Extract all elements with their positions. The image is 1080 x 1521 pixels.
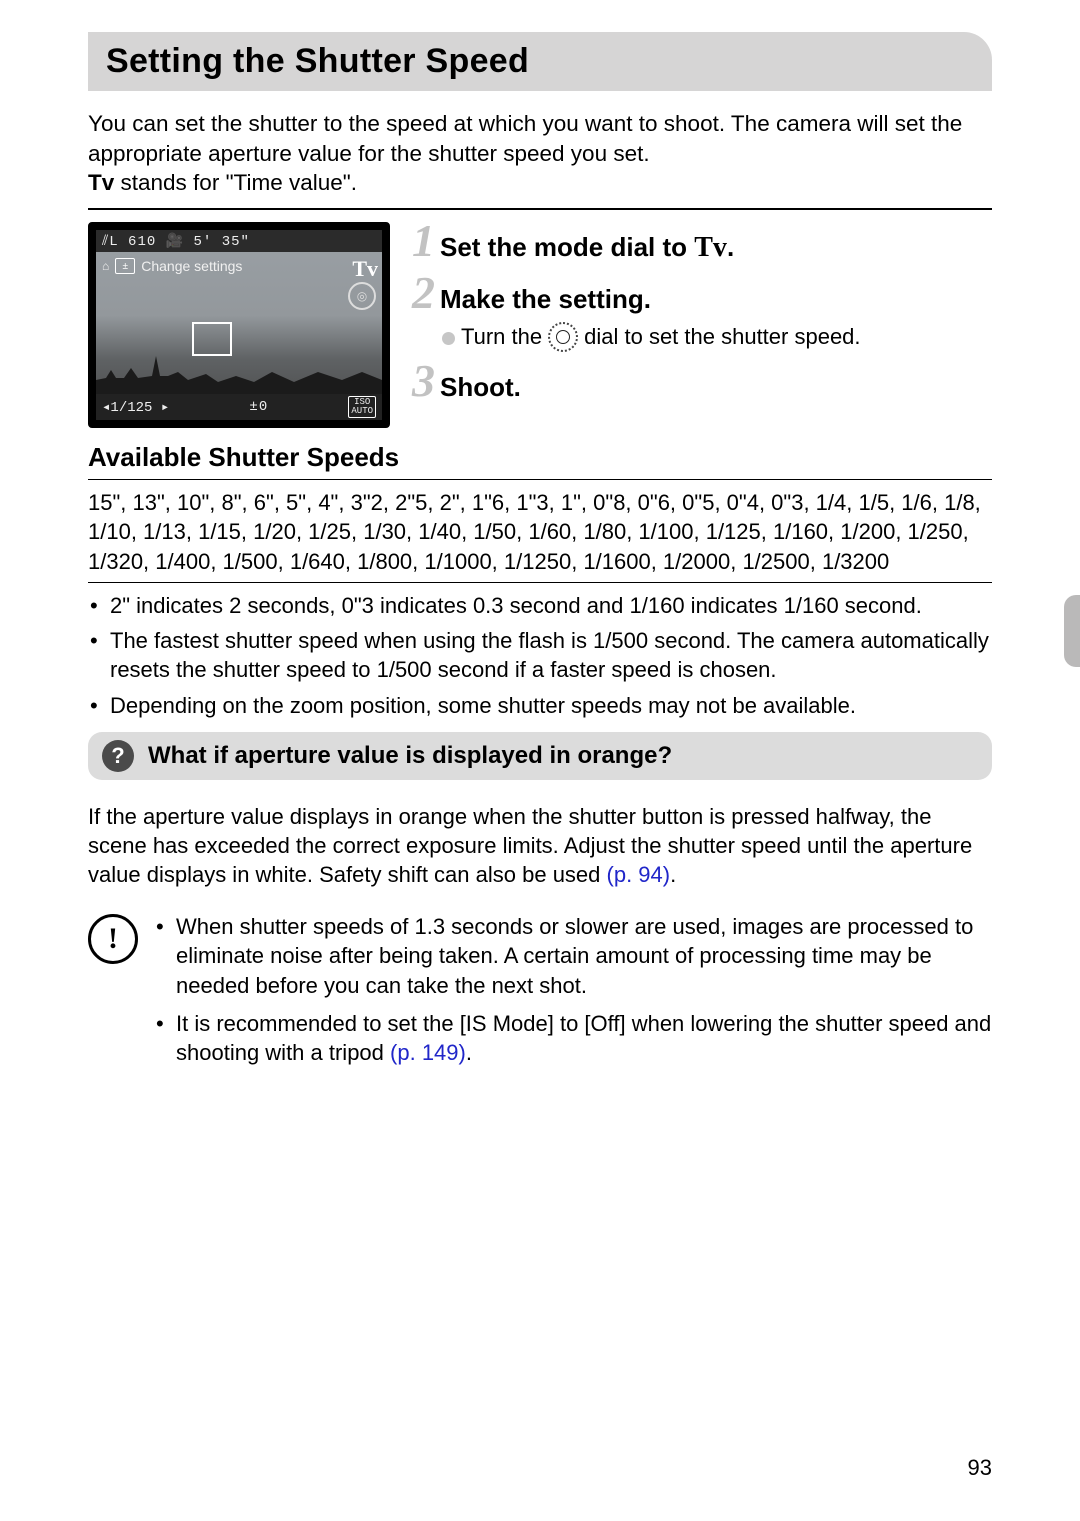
control-dial-icon (548, 322, 578, 352)
shutter-speeds-list: 15", 13", 10", 8", 6", 5", 4", 3"2, 2"5,… (88, 488, 992, 576)
step-list: 1 Set the mode dial to Tv. 2 Make the se… (408, 218, 992, 428)
lcd-mode-indicator: Tv (352, 256, 378, 282)
tv-explain: stands for "Time value". (114, 170, 357, 195)
page-ref-link[interactable]: (p. 149) (390, 1040, 466, 1065)
lcd-top-status: ⫽L 610 🎥 5' 35" (96, 230, 382, 252)
step-2: 2 Make the setting. (408, 270, 992, 316)
lcd-iso-indicator: ISO AUTO (348, 396, 376, 418)
divider (88, 208, 992, 210)
side-tab (1064, 595, 1080, 667)
caution-icon: ! (88, 914, 138, 964)
page-number: 93 (968, 1455, 992, 1481)
step-2-substep: Turn the dial to set the shutter speed. (442, 322, 992, 352)
lcd-target-icon: ◎ (348, 282, 376, 310)
lcd-skyline-graphic (96, 350, 382, 394)
note-item: Depending on the zoom position, some shu… (88, 691, 992, 720)
caution-list: When shutter speeds of 1.3 seconds or sl… (156, 912, 992, 1076)
caution-callout: ! When shutter speeds of 1.3 seconds or … (88, 912, 992, 1076)
note-item: 2" indicates 2 seconds, 0"3 indicates 0.… (88, 591, 992, 620)
page-title: Setting the Shutter Speed (88, 32, 992, 91)
step-3-label: Shoot. (440, 372, 521, 403)
note-item: The fastest shutter speed when using the… (88, 626, 992, 685)
lcd-change-settings: ⌂ ± Change settings (102, 258, 242, 274)
tv-abbr: Tv (88, 170, 114, 195)
step-3-number: 3 (408, 358, 436, 404)
tip-body: If the aperture value displays in orange… (88, 802, 992, 890)
step-2-sub-pre: Turn the (461, 324, 542, 350)
page-ref-link[interactable]: (p. 94) (607, 862, 671, 887)
step-1-label-post: . (727, 232, 734, 262)
step-1-label: Set the mode dial to Tv. (440, 232, 734, 264)
speed-notes: 2" indicates 2 seconds, 0"3 indicates 0.… (88, 591, 992, 720)
caution-item: When shutter speeds of 1.3 seconds or sl… (156, 912, 992, 1001)
exposure-comp-icon: ± (115, 258, 135, 274)
step-1-number: 1 (408, 218, 436, 264)
bullet-icon (442, 332, 455, 345)
intro-text: You can set the shutter to the speed at … (88, 111, 962, 166)
caution-item-post: . (466, 1040, 472, 1065)
question-icon: ? (102, 740, 134, 772)
step-1: 1 Set the mode dial to Tv. (408, 218, 992, 264)
tip-callout: ? What if aperture value is displayed in… (88, 732, 992, 780)
caution-item: It is recommended to set the [IS Mode] t… (156, 1009, 992, 1068)
lcd-bottom-status: ◂1/125 ▸ ±0 ISO AUTO (96, 394, 382, 420)
intro-paragraph: You can set the shutter to the speed at … (88, 109, 992, 198)
camera-lcd-preview: ⫽L 610 🎥 5' 35" ⌂ ± Change settings Tv ◎… (88, 222, 390, 428)
divider (88, 582, 992, 583)
step-2-number: 2 (408, 270, 436, 316)
caution-item-pre: It is recommended to set the [IS Mode] t… (176, 1011, 991, 1066)
lcd-shutter-value: ◂1/125 ▸ (102, 399, 169, 416)
lcd-ev-value: ±0 (249, 399, 268, 415)
divider (88, 479, 992, 480)
available-speeds-heading: Available Shutter Speeds (88, 442, 992, 473)
home-icon: ⌂ (102, 259, 109, 273)
step-2-sub-post: dial to set the shutter speed. (584, 324, 860, 350)
step-1-label-pre: Set the mode dial to (440, 232, 694, 262)
tip-callout-title: What if aperture value is displayed in o… (148, 742, 672, 770)
tv-mode-glyph: Tv (694, 232, 727, 263)
tip-body-tail: . (670, 862, 676, 887)
step-3: 3 Shoot. (408, 358, 992, 404)
lcd-change-settings-label: Change settings (141, 258, 242, 274)
tip-body-text: If the aperture value displays in orange… (88, 804, 972, 888)
step-2-label: Make the setting. (440, 284, 651, 315)
